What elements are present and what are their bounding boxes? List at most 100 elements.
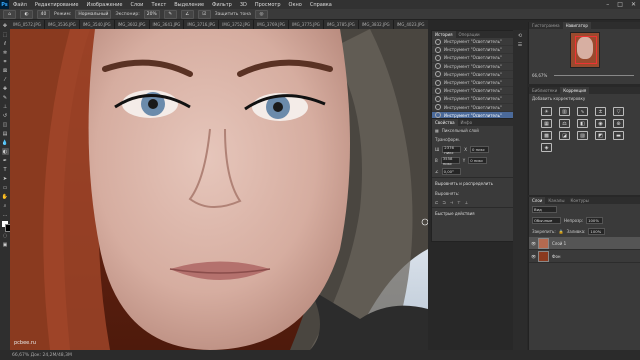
document-tab[interactable]: IMG_4023.JPG [393,20,428,29]
quick-mask-icon[interactable]: ◌ [2,232,9,239]
document-tab[interactable]: IMG_3641.JPG [149,20,185,29]
range-select[interactable]: Нормальный [75,9,112,19]
document-canvas[interactable] [10,29,428,350]
eraser-tool-icon[interactable]: ◫ [2,121,9,128]
shape-tool-icon[interactable]: ▭ [2,184,9,191]
document-tab[interactable]: IMG_3752.JPG [219,20,255,29]
document-tab[interactable]: IMG_3536.JPG [44,20,80,29]
quick-select-tool-icon[interactable]: ✲ [2,49,9,56]
stamp-tool-icon[interactable]: ⊥ [2,103,9,110]
invert-icon[interactable]: ◪ [559,131,570,140]
document-tab[interactable]: IMG_3716.JPG [184,20,220,29]
hand-tool-icon[interactable]: ✋ [2,193,9,200]
type-tool-icon[interactable]: T [2,166,9,173]
exposure-field[interactable]: 20% [143,9,160,19]
history-brush-tool-icon[interactable]: ↺ [2,112,9,119]
dodge-tool-icon[interactable]: ◐ [20,9,33,19]
zoom-tool-icon[interactable]: ⌕ [2,202,9,209]
hue-icon[interactable]: ▦ [541,119,552,128]
layer-row[interactable]: 👁 Фон [529,250,640,263]
history-item[interactable]: Инструмент "Осветлитель" [432,95,514,104]
y-field[interactable]: 0 пикс [468,157,488,164]
align-section-title[interactable]: Выровнять и распределить [432,177,514,189]
navigator-preview[interactable] [570,32,600,68]
menu-item[interactable]: Слои [126,2,147,8]
minimize-button[interactable]: – [606,1,609,8]
color-balance-icon[interactable]: ⚖ [559,119,570,128]
document-tab[interactable]: IMG_3769.JPG [254,20,289,29]
menu-item[interactable]: Текст [147,2,170,8]
selective-color-icon[interactable]: ◈ [541,143,552,152]
crop-tool-icon[interactable]: ⌗ [2,58,9,65]
photo-filter-icon[interactable]: ◉ [595,119,606,128]
panel-tab[interactable]: Гистограмма [529,22,563,29]
panel-tab[interactable]: Инфо [458,119,475,126]
layer-row[interactable]: 👁 Слой 1 [529,237,640,250]
home-button[interactable]: ⌂ [3,9,16,19]
align-middle-icon[interactable]: ⊥ [465,200,468,205]
panel-tab[interactable]: История [432,31,456,38]
layer-kind-select[interactable]: Вид [532,206,557,213]
document-tab[interactable]: IMG_3775.JPG [289,20,324,29]
history-item[interactable]: Инструмент "Осветлитель" [432,54,514,63]
healing-tool-icon[interactable]: ✚ [2,85,9,92]
panel-tab[interactable]: Коррекция [560,87,590,94]
fill-field[interactable]: 100% [588,228,606,235]
history-item[interactable]: Инструмент "Осветлитель" [432,87,514,96]
history-item[interactable]: Инструмент "Осветлитель" [432,71,514,79]
close-button[interactable]: ✕ [631,1,636,8]
screen-mode-icon[interactable]: ▣ [2,241,9,248]
gradient-map-icon[interactable]: ▬ [613,131,624,140]
levels-icon[interactable]: ▥ [559,107,570,116]
pen-tool-icon[interactable]: ✒ [2,157,9,164]
document-tab[interactable]: IMG_3602.JPG [114,20,150,29]
protect-tones-checkbox[interactable]: ☑ [197,9,211,19]
marquee-tool-icon[interactable]: ⬚ [2,31,9,38]
blur-tool-icon[interactable]: 💧 [2,139,9,146]
exposure-icon[interactable]: ± [595,107,606,116]
panel-tab[interactable]: Слои [529,197,546,204]
document-tab[interactable]: IMG_3540.JPG [79,20,115,29]
history-item[interactable]: Инструмент "Осветлитель" [432,79,514,88]
document-tab[interactable]: IMG_3832.JPG [358,20,394,29]
bw-icon[interactable]: ◧ [577,119,588,128]
posterize-icon[interactable]: ▨ [577,131,588,140]
history-item[interactable]: Инструмент "Осветлитель" [432,38,514,47]
height-field[interactable]: 3558 пикс [440,156,460,166]
menu-item[interactable]: Редактирование [31,2,83,8]
angle-icon[interactable]: ∠ [180,9,194,19]
threshold-icon[interactable]: ◩ [595,131,606,140]
history-item[interactable]: Инструмент "Осветлитель" [432,63,514,71]
width-field[interactable]: 2376 пикс [442,145,462,155]
align-left-icon[interactable]: ⊏ [435,200,438,205]
history-icon[interactable]: ⟲ [513,33,527,39]
menu-item[interactable]: Фильтр [208,2,236,8]
menu-item[interactable]: Просмотр [251,2,285,8]
airbrush-icon[interactable]: ✎ [163,9,177,19]
curves-icon[interactable]: ∿ [577,107,588,116]
document-tab[interactable]: IMG_3785.JPG [323,20,359,29]
panel-tab[interactable]: Каналы [545,197,567,204]
visibility-eye-icon[interactable]: 👁 [531,241,536,246]
brush-size-button[interactable]: 40 [37,9,50,19]
path-select-tool-icon[interactable]: ➤ [2,175,9,182]
move-tool-icon[interactable]: ✥ [2,22,9,29]
align-right-icon[interactable]: ⊣ [450,200,453,205]
align-top-icon[interactable]: ⊤ [457,200,460,205]
vibrance-icon[interactable]: ▽ [613,107,624,116]
gradient-tool-icon[interactable]: ▤ [2,130,9,137]
panel-tab[interactable]: Контуры [567,197,591,204]
eyedropper-tool-icon[interactable]: ⁄ [2,76,9,83]
channel-mixer-icon[interactable]: ⊕ [613,119,624,128]
opacity-field[interactable]: 100% [586,217,604,224]
lock-icon[interactable]: 🔒 [559,229,564,234]
menu-item[interactable]: Файл [9,2,31,8]
menu-item[interactable]: Выделение [170,2,208,8]
panel-tab[interactable]: Навигатор [562,22,591,29]
history-item[interactable]: Инструмент "Осветлитель" [432,46,514,55]
menu-item[interactable]: Справка [306,2,336,8]
pressure-icon[interactable]: ◎ [254,9,268,19]
x-field[interactable]: 0 пикс [470,146,490,153]
dodge-tool-icon[interactable]: ◐ [1,148,9,155]
blend-mode-select[interactable]: Обычные [532,217,561,224]
